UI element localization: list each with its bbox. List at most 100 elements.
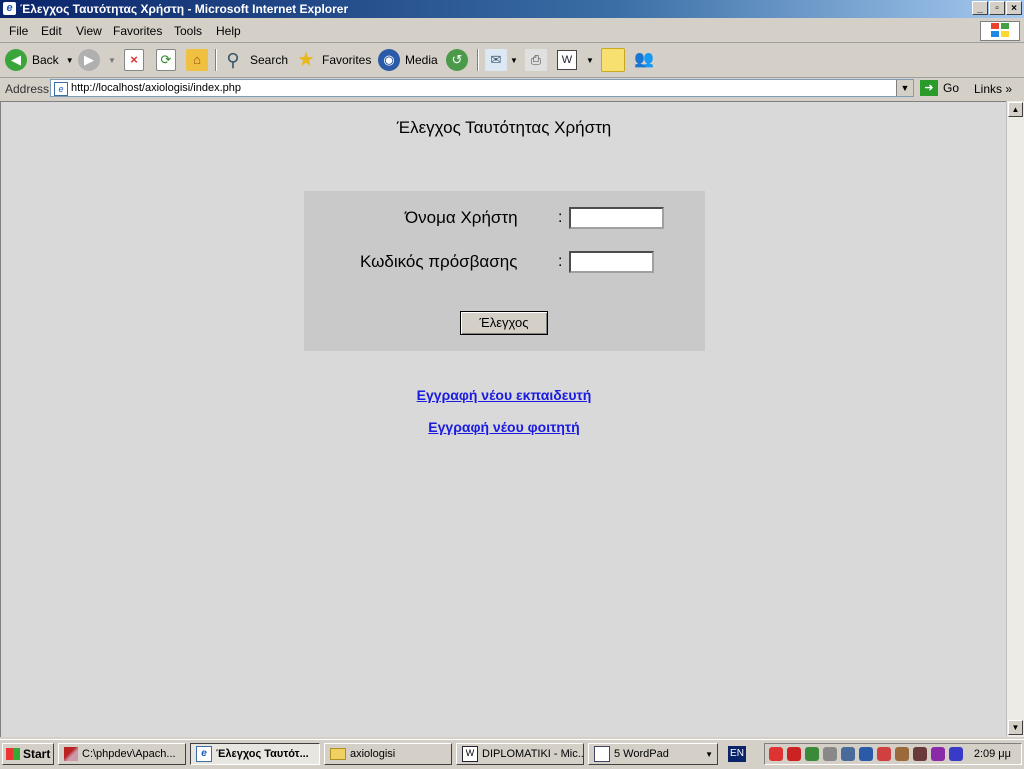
task-label: axiologisi <box>350 748 396 760</box>
tray-icon[interactable] <box>769 747 783 761</box>
maximize-button[interactable]: ▫ <box>989 1 1005 15</box>
menu-view[interactable]: View <box>76 24 102 38</box>
tray-icon[interactable] <box>823 747 837 761</box>
windows-logo-icon <box>980 21 1020 41</box>
tray-icon[interactable] <box>949 747 963 761</box>
note-icon <box>601 48 625 72</box>
page-title: Έλεγχος Ταυτότητας Χρήστη <box>396 118 612 137</box>
edit-dropdown-icon[interactable]: ▼ <box>586 56 594 65</box>
page-icon: e <box>54 82 68 96</box>
favorites-star-icon: ★ <box>297 49 315 71</box>
go-button[interactable]: ➜ Go <box>920 80 959 96</box>
task-wordpad-group[interactable]: 5 WordPad ▼ <box>588 743 718 765</box>
menu-favorites[interactable]: Favorites <box>113 24 162 38</box>
back-button[interactable]: ◀ Back ▼ <box>5 48 74 72</box>
scroll-down-icon[interactable]: ▼ <box>1008 720 1023 735</box>
search-button[interactable]: ⚲ Search <box>222 48 288 72</box>
password-input[interactable] <box>569 251 654 273</box>
edit-word-button[interactable]: W ▼ <box>557 48 594 72</box>
toolbar: ◀ Back ▼ ▶ ▼ × ⟳ ⌂ ⚲ Search ★ Favorites … <box>0 43 1024 78</box>
menu-tools[interactable]: Tools <box>174 24 202 38</box>
media-globe-icon: ◉ <box>378 49 400 71</box>
username-label: Όνομα Χρήστη <box>405 208 518 227</box>
tray-icon[interactable] <box>841 747 855 761</box>
tray-icon[interactable] <box>877 747 891 761</box>
word-edit-icon: W <box>557 50 577 70</box>
tray-icon[interactable] <box>931 747 945 761</box>
home-icon: ⌂ <box>186 49 208 71</box>
forward-dropdown-icon[interactable]: ▼ <box>108 56 116 65</box>
register-student-link[interactable]: Εγγραφή νέου φοιτητή <box>1 419 1007 435</box>
address-dropdown-icon[interactable]: ▼ <box>896 80 913 96</box>
language-indicator[interactable]: EN <box>728 746 746 762</box>
mail-button[interactable]: ✉ ▼ <box>485 48 518 72</box>
media-label: Media <box>405 53 438 67</box>
mail-dropdown-icon[interactable]: ▼ <box>510 56 518 65</box>
menu-help[interactable]: Help <box>216 24 241 38</box>
close-button[interactable]: × <box>1006 1 1022 15</box>
title-bar: e Έλεγχος Ταυτότητας Χρήστη - Microsoft … <box>0 0 1024 18</box>
messenger-button[interactable]: 👥 <box>633 48 655 72</box>
address-url[interactable]: http://localhost/axiologisi/index.php <box>71 82 241 94</box>
page-viewport: Έλεγχος Ταυτότητας Χρήστη Όνομα Χρήστη :… <box>0 101 1006 737</box>
printer-icon: ⎙ <box>525 49 547 71</box>
task-folder-axiologisi[interactable]: axiologisi <box>324 743 452 765</box>
tray-icon[interactable] <box>805 747 819 761</box>
stop-button[interactable]: × <box>124 48 144 72</box>
task-internet-explorer[interactable]: e Έλεγχος Ταυτότ... <box>190 743 320 765</box>
forward-button[interactable]: ▶ ▼ <box>78 48 116 72</box>
tray-icon[interactable] <box>787 747 801 761</box>
task-word-diplomatiki[interactable]: W DIPLOMATIKI - Mic... <box>456 743 584 765</box>
home-button[interactable]: ⌂ <box>186 48 208 72</box>
task-apache-console[interactable]: C:\phpdev\Apach... <box>58 743 186 765</box>
history-button[interactable]: ↺ <box>446 48 468 72</box>
check-button[interactable]: Έλεγχος <box>460 311 548 335</box>
refresh-icon: ⟳ <box>156 49 176 71</box>
window-title: Έλεγχος Ταυτότητας Χρήστη - Microsoft In… <box>20 2 349 16</box>
menu-file[interactable]: File <box>9 24 28 38</box>
favorites-label: Favorites <box>322 53 372 67</box>
stop-icon: × <box>124 49 144 71</box>
minimize-button[interactable]: _ <box>972 1 988 15</box>
username-input[interactable] <box>569 207 664 229</box>
refresh-button[interactable]: ⟳ <box>156 48 176 72</box>
go-label: Go <box>943 81 960 95</box>
tray-icon[interactable] <box>913 747 927 761</box>
messenger-icon: 👥 <box>634 51 654 68</box>
scroll-up-icon[interactable]: ▲ <box>1008 102 1023 117</box>
word-doc-icon: W <box>462 746 478 762</box>
tray-icon[interactable] <box>895 747 909 761</box>
media-button[interactable]: ◉ Media <box>378 48 438 72</box>
back-arrow-icon: ◀ <box>5 49 27 71</box>
start-button[interactable]: Start <box>2 743 54 765</box>
task-label: 5 WordPad <box>614 748 669 760</box>
discuss-button[interactable] <box>601 48 625 72</box>
wordpad-icon <box>594 746 610 762</box>
windows-flag-icon <box>6 748 20 760</box>
vertical-scrollbar[interactable]: ▲ ▼ <box>1006 101 1024 737</box>
menu-edit[interactable]: Edit <box>41 24 62 38</box>
register-instructor-link[interactable]: Εγγραφή νέου εκπαιδευτή <box>1 387 1007 403</box>
toolbar-separator <box>215 49 217 71</box>
address-bar: Address e http://localhost/axiologisi/in… <box>0 78 1024 100</box>
address-label: Address <box>5 82 50 96</box>
task-label: DIPLOMATIKI - Mic... <box>482 748 584 760</box>
system-tray: 2:09 μμ <box>764 743 1022 765</box>
go-arrow-icon: ➜ <box>920 80 938 96</box>
ie-logo-icon: e <box>3 2 16 15</box>
address-input[interactable]: e http://localhost/axiologisi/index.php … <box>50 79 914 97</box>
links-button[interactable]: Links » <box>974 82 1012 96</box>
task-label: Έλεγχος Ταυτότ... <box>216 748 309 760</box>
tray-icon[interactable] <box>859 747 873 761</box>
clock: 2:09 μμ <box>973 748 1011 760</box>
apache-feather-icon <box>64 747 78 761</box>
favorites-button[interactable]: ★ Favorites <box>295 48 371 72</box>
start-label: Start <box>23 747 51 761</box>
back-label: Back <box>32 53 59 67</box>
ie-task-icon: e <box>196 746 212 762</box>
print-button[interactable]: ⎙ <box>525 48 547 72</box>
toolbar-separator <box>477 49 479 71</box>
password-colon: : <box>558 253 563 270</box>
back-dropdown-icon[interactable]: ▼ <box>66 56 74 65</box>
menu-bar: File Edit View Favorites Tools Help <box>0 20 1024 43</box>
